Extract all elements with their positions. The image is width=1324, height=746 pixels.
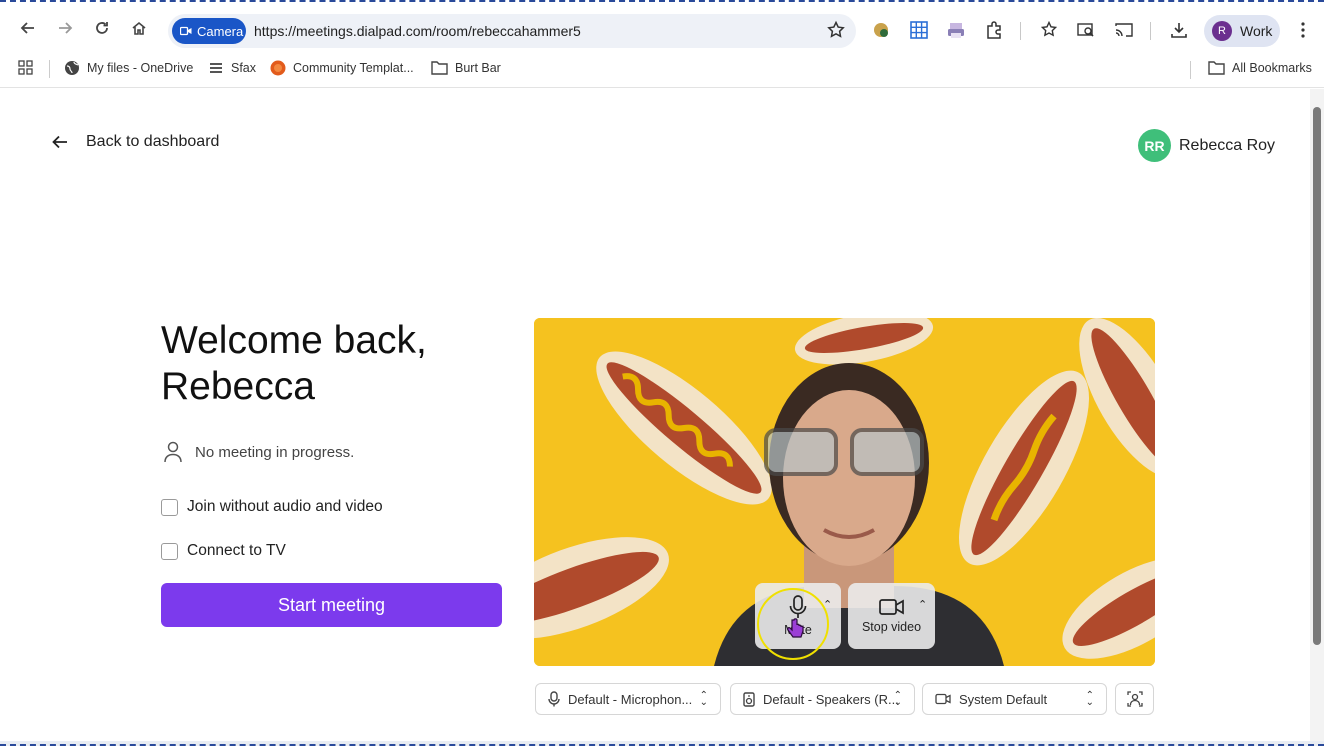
microphone-select-value: Default - Microphon...: [568, 691, 693, 707]
checkbox-label: Join without audio and video: [187, 498, 383, 515]
all-bookmarks[interactable]: All Bookmarks: [1208, 60, 1312, 75]
chevron-up-down-icon: ⌃ ⌄: [699, 690, 708, 708]
bookmarks-divider: [49, 60, 50, 78]
extension-printer-icon[interactable]: [945, 19, 967, 41]
bookmark-star-icon[interactable]: [826, 20, 846, 45]
menu-kebab-icon[interactable]: [1292, 19, 1314, 41]
all-bookmarks-label: All Bookmarks: [1232, 60, 1312, 75]
hand-cursor-icon: [787, 618, 804, 638]
toolbar-divider: [1020, 22, 1021, 40]
meeting-status: No meeting in progress.: [163, 441, 354, 463]
background-effects-icon: [1127, 691, 1143, 707]
bookmark-label: My files - OneDrive: [87, 61, 194, 75]
connect-to-tv-checkbox[interactable]: Connect to TV: [161, 542, 286, 560]
camera-icon: [180, 26, 192, 36]
extensions-puzzle-icon[interactable]: [983, 19, 1005, 41]
stop-video-label: Stop video: [861, 620, 922, 634]
bookmark-item[interactable]: Community Templat...: [270, 60, 414, 76]
url-text[interactable]: https://meetings.dialpad.com/room/rebecc…: [254, 23, 581, 39]
profile-avatar: R: [1212, 21, 1232, 41]
address-bar[interactable]: Camera https://meetings.dialpad.com/room…: [168, 14, 856, 48]
folder-icon: [1208, 61, 1225, 75]
person-icon: [164, 441, 182, 463]
chevron-up-down-icon: ⌃ ⌄: [1085, 690, 1094, 708]
avatar: RR: [1138, 129, 1171, 162]
reload-icon[interactable]: [88, 14, 116, 42]
cast-icon[interactable]: [1113, 19, 1135, 41]
forward-arrow-icon[interactable]: [51, 14, 79, 42]
bookmarks-divider: [1190, 61, 1191, 79]
video-options-chevron-icon[interactable]: ⌃: [918, 598, 927, 611]
back-to-dashboard-link[interactable]: Back to dashboard: [52, 133, 219, 151]
apps-grid-icon[interactable]: [18, 60, 33, 75]
bookmark-item[interactable]: My files - OneDrive: [64, 60, 193, 76]
speaker-select[interactable]: Default - Speakers (R... ⌃ ⌄: [730, 683, 915, 715]
extension-grid-icon[interactable]: [908, 19, 930, 41]
background-effects-button[interactable]: [1115, 683, 1154, 715]
bookmark-item[interactable]: Sfax: [208, 60, 256, 76]
back-arrow-icon[interactable]: [14, 14, 42, 42]
page-title: Welcome back, Rebecca: [161, 318, 491, 410]
join-without-av-checkbox[interactable]: Join without audio and video: [161, 498, 383, 516]
sfax-icon: [210, 63, 222, 73]
checkbox-box[interactable]: [161, 542, 178, 560]
folder-icon: [431, 61, 448, 75]
download-icon[interactable]: [1168, 19, 1190, 41]
camera-chip-label: Camera: [197, 23, 244, 39]
speaker-icon: [743, 691, 755, 707]
video-camera-icon: [878, 599, 904, 615]
checkbox-box[interactable]: [161, 498, 178, 516]
profile-button[interactable]: R Work: [1204, 15, 1280, 47]
window-bottom-edge: [0, 741, 1324, 746]
reading-list-star-icon[interactable]: [1038, 19, 1060, 41]
stop-video-button[interactable]: Stop video: [848, 583, 935, 649]
camera-feed-image: [534, 318, 1155, 666]
toolbar-divider: [1150, 22, 1151, 40]
welcome-name: Rebecca: [161, 365, 315, 408]
community-icon: [270, 60, 286, 76]
microphone-select[interactable]: Default - Microphon... ⌃ ⌄: [535, 683, 721, 715]
extension-globe-icon[interactable]: [870, 19, 892, 41]
bookmarks-bar: My files - OneDrive Sfax Community Templ…: [0, 52, 1324, 88]
back-label: Back to dashboard: [86, 133, 220, 150]
start-meeting-button[interactable]: Start meeting: [161, 583, 502, 627]
meeting-lobby-page: Back to dashboard RR Rebecca Roy Welcome…: [6, 89, 1310, 741]
scrollbar-thumb[interactable]: [1313, 107, 1321, 645]
bookmark-label: Burt Bar: [455, 60, 501, 75]
bookmark-item[interactable]: Burt Bar: [431, 60, 501, 75]
arrow-left-icon: [52, 135, 67, 149]
page-scrollbar[interactable]: [1310, 89, 1324, 741]
video-camera-icon: [935, 693, 951, 705]
bookmark-label: Sfax: [231, 61, 257, 75]
camera-chip[interactable]: Camera: [172, 18, 246, 44]
microphone-icon: [548, 691, 560, 707]
status-text: No meeting in progress.: [195, 443, 355, 461]
user-name: Rebecca Roy: [1179, 136, 1276, 154]
chevron-up-down-icon: ⌃ ⌄: [893, 690, 902, 708]
globe-icon: [65, 61, 79, 75]
speaker-select-value: Default - Speakers (R...: [763, 691, 899, 707]
browser-toolbar: Camera https://meetings.dialpad.com/room…: [0, 0, 1324, 52]
welcome-line: Welcome back,: [161, 319, 427, 362]
profile-label: Work: [1240, 23, 1273, 39]
home-icon[interactable]: [125, 14, 153, 42]
search-tab-icon[interactable]: [1075, 19, 1097, 41]
bookmark-label: Community Templat...: [293, 61, 414, 75]
video-preview: Mute ⌃ Stop video ⌃: [534, 318, 1155, 666]
camera-select-value: System Default: [959, 691, 1048, 707]
user-menu[interactable]: RR Rebecca Roy: [1138, 129, 1275, 162]
checkbox-label: Connect to TV: [187, 542, 286, 559]
camera-select[interactable]: System Default ⌃ ⌄: [922, 683, 1107, 715]
